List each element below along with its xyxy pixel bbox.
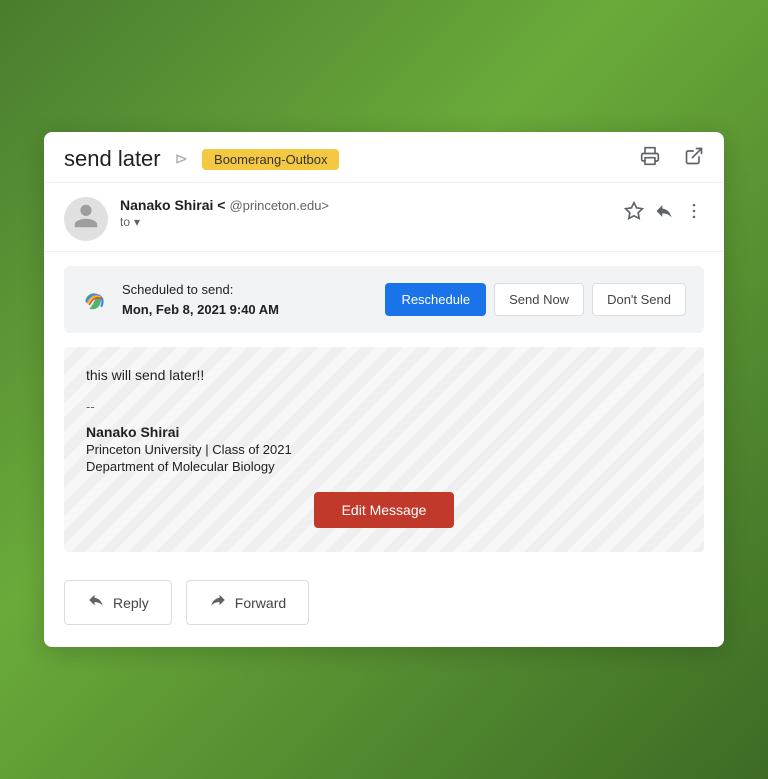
message-body: this will send later!! -- Nanako Shirai …: [64, 347, 704, 552]
message-separator: --: [86, 399, 682, 414]
open-external-icon[interactable]: [684, 146, 704, 172]
signature-line1: Princeton University | Class of 2021: [86, 442, 682, 457]
email-container: send later ⊳ Boomerang-Outbox: [44, 132, 724, 647]
email-header: send later ⊳ Boomerang-Outbox: [44, 132, 724, 183]
reply-arrow-icon: [87, 591, 105, 614]
sender-actions: [624, 197, 704, 226]
reply-quick-icon[interactable]: [654, 201, 674, 226]
sender-row: Nanako Shirai < @princeton.edu> to ▾: [44, 183, 724, 252]
forward-arrow-icon: [209, 591, 227, 614]
sender-info: Nanako Shirai < @princeton.edu> to ▾: [120, 197, 612, 229]
forward-label: Forward: [235, 595, 286, 611]
schedule-banner: Scheduled to send: Mon, Feb 8, 2021 9:40…: [64, 266, 704, 333]
send-later-arrow-icon: ⊳: [175, 149, 188, 169]
forward-button[interactable]: Forward: [186, 580, 309, 625]
reschedule-button[interactable]: Reschedule: [385, 283, 486, 316]
print-icon[interactable]: [640, 146, 660, 172]
reply-forward-row: Reply Forward: [44, 566, 724, 647]
to-dropdown-icon[interactable]: ▾: [134, 215, 140, 229]
boomerang-logo-icon: [82, 288, 106, 312]
schedule-text: Scheduled to send: Mon, Feb 8, 2021 9:40…: [122, 280, 279, 319]
signature-name: Nanako Shirai: [86, 424, 682, 440]
boomerang-badge: Boomerang-Outbox: [202, 149, 339, 170]
star-icon[interactable]: [624, 201, 644, 226]
sender-email: @princeton.edu>: [229, 198, 329, 213]
send-now-button[interactable]: Send Now: [494, 283, 584, 316]
avatar: [64, 197, 108, 241]
schedule-datetime: Mon, Feb 8, 2021 9:40 AM: [122, 302, 279, 317]
user-avatar-icon: [72, 202, 100, 237]
schedule-buttons: Reschedule Send Now Don't Send: [385, 283, 686, 316]
message-text: this will send later!!: [86, 367, 682, 383]
sender-name: Nanako Shirai <: [120, 197, 225, 213]
sender-name-row: Nanako Shirai < @princeton.edu>: [120, 197, 612, 213]
to-row: to ▾: [120, 215, 612, 229]
to-label: to: [120, 215, 130, 229]
dont-send-button[interactable]: Don't Send: [592, 283, 686, 316]
edit-message-button[interactable]: Edit Message: [314, 492, 455, 528]
more-options-icon[interactable]: [684, 201, 704, 226]
reply-button[interactable]: Reply: [64, 580, 172, 625]
reply-label: Reply: [113, 595, 149, 611]
signature-line2: Department of Molecular Biology: [86, 459, 682, 474]
page-title: send later: [64, 146, 161, 172]
